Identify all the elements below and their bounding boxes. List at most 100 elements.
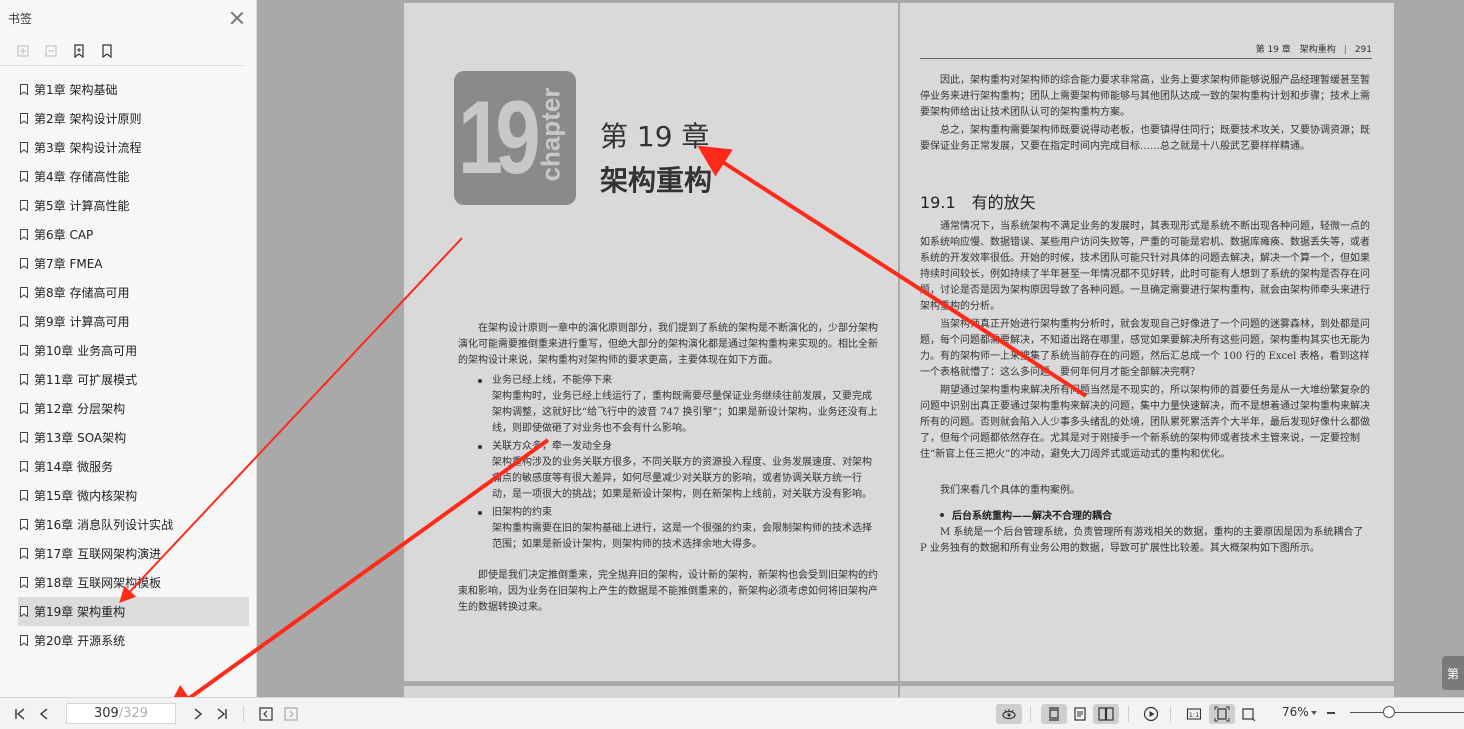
bookmark-item[interactable]: 第18章 互联网架构模板 — [0, 568, 249, 597]
bookmark-label: 第3章 架构设计流程 — [34, 141, 142, 155]
zoom-slider-thumb[interactable] — [1383, 706, 1396, 718]
toolbar-divider — [243, 706, 244, 722]
bullet-body: 架构重构需要在旧的架构基础上进行，这是一个很强的约束，会限制架构师的技术选择范围… — [492, 523, 872, 550]
bookmark-icon — [20, 635, 28, 646]
eye-care-icon[interactable] — [996, 704, 1022, 724]
paragraph: M 系统是一个后台管理系统，负责管理所有游戏相关的数据，重构的主要原因是因为系统… — [920, 527, 1364, 554]
zoom-slider-track[interactable] — [1350, 712, 1464, 713]
bookmark-label: 第14章 微服务 — [34, 460, 114, 474]
bookmark-icon — [20, 171, 28, 182]
paragraph: 因此，架构重构对架构师的综合能力要求非常高，业务上要求架构师能够说服产品经理暂缓… — [920, 75, 1370, 118]
last-page-icon[interactable] — [212, 704, 232, 724]
bookmark-label: 第20章 开源系统 — [34, 634, 126, 648]
bullet-body: 架构重构涉及的业务关联方很多，不同关联方的资源投入程度、业务发展速度、对架构痛点… — [492, 457, 872, 500]
bookmark-item[interactable]: 第3章 架构设计流程 — [0, 133, 249, 162]
zoom-out-icon[interactable] — [1327, 712, 1335, 714]
bookmark-label: 第10章 业务高可用 — [34, 344, 138, 358]
bookmark-label: 第7章 FMEA — [34, 257, 103, 271]
paragraph: 期望通过架构重构来解决所有问题当然是不现实的，所以架构师的首要任务是从一大堆纷繁… — [920, 385, 1370, 460]
zoom-level[interactable]: 76% — [1282, 705, 1309, 719]
chapter-title: 第 19 章 — [600, 120, 710, 153]
play-icon[interactable] — [1141, 704, 1161, 724]
bottom-toolbar: 309 / 329 1:1 76% — [0, 697, 1464, 729]
bookmark-item[interactable]: 第10章 业务高可用 — [0, 336, 249, 365]
document-viewer[interactable]: 19 chapter 第 19 章 架构重构 在架构设计原则一章中的演化原则部分… — [258, 0, 1464, 697]
bookmark-item[interactable]: 第17章 互联网架构演进 — [0, 539, 249, 568]
bookmark-label: 第13章 SOA架构 — [34, 431, 127, 445]
bookmark-item[interactable]: 第14章 微服务 — [0, 452, 249, 481]
bookmark-icon — [20, 113, 28, 124]
bookmark-label: 第11章 可扩展模式 — [34, 373, 138, 387]
bullet-list: 业务已经上线，不能停下来 架构重构时，业务已经上线运行了，重构既需要尽量保证业务… — [478, 371, 878, 555]
bullet-title: 业务已经上线，不能停下来 — [478, 373, 878, 389]
bookmark-icon — [20, 84, 28, 95]
current-page: 309 — [93, 706, 119, 721]
bookmark-icon — [20, 229, 28, 240]
bookmark-item[interactable]: 第6章 CAP — [0, 220, 249, 249]
single-page-icon[interactable] — [1070, 704, 1090, 724]
floating-side-button[interactable]: 第 — [1442, 656, 1464, 690]
bookmark-item[interactable]: 第15章 微内核架构 — [0, 481, 249, 510]
bookmark-icon — [20, 519, 28, 530]
forward-icon[interactable] — [281, 704, 301, 724]
bookmark-item[interactable]: 第2章 架构设计原则 — [0, 104, 249, 133]
bookmark-label: 第8章 存储高可用 — [34, 286, 130, 300]
toolbar-divider — [1030, 706, 1031, 722]
bookmark-label: 第4章 存储高性能 — [34, 170, 130, 184]
bookmark-icon — [20, 287, 28, 298]
bookmark-list: 第1章 架构基础第2章 架构设计原则 第3章 架构设计流程 第4章 存储高性能 第5章… — [0, 66, 256, 655]
bookmark-item[interactable]: 第11章 可扩展模式 — [0, 365, 249, 394]
first-page-icon[interactable] — [10, 704, 30, 724]
paragraph: 当架构师真正开始进行架构重构分析时，就会发现自己好像进了一个问题的迷雾森林，到处… — [920, 319, 1370, 378]
bookmark-item[interactable]: 第12章 分层架构 — [0, 394, 249, 423]
double-page-icon[interactable] — [1093, 704, 1119, 724]
fit-page-icon[interactable] — [1209, 704, 1235, 724]
case-bullet: 后台系统重构——解决不合理的耦合 — [940, 507, 1112, 522]
intro-paragraph: 在架构设计原则一章中的演化原则部分，我们提到了系统的架构是不断演化的，少部分架构… — [458, 323, 878, 366]
previous-page-icon[interactable] — [34, 704, 54, 724]
bookmark-item[interactable]: 第13章 SOA架构 — [0, 423, 249, 452]
paragraph: 总之，架构重构需要架构师既要说得动老板，也要镇得住同行；既要技术攻关，又要协调资… — [920, 125, 1370, 152]
next-page-icon[interactable] — [188, 704, 208, 724]
bullet-title: 旧架构的约束 — [478, 505, 878, 521]
bookmark-item[interactable]: 第20章 开源系统 — [0, 626, 249, 655]
running-head-chapter: 第 19 章 架构重构 — [1255, 45, 1336, 55]
bookmark-label: 第17章 互联网架构演进 — [34, 547, 162, 561]
bookmark-icon — [20, 461, 28, 472]
bookmark-label: 第6章 CAP — [34, 228, 94, 242]
back-icon[interactable] — [256, 704, 276, 724]
bookmark-label: 第9章 计算高可用 — [34, 315, 130, 329]
bookmark-item[interactable]: 第4章 存储高性能 — [0, 162, 249, 191]
actual-size-icon[interactable]: 1:1 — [1184, 704, 1204, 724]
bookmark-label: 第5章 计算高性能 — [34, 199, 130, 213]
bookmark-item[interactable]: 第8章 存储高可用 — [0, 278, 249, 307]
next-page-right-edge — [900, 686, 1394, 697]
page-number: 291 — [1354, 45, 1372, 55]
bookmark-icon — [20, 316, 28, 327]
bookmark-icon[interactable] — [98, 42, 116, 60]
running-head: 第 19 章 架构重构 | 291 — [920, 41, 1372, 59]
page-number-field[interactable]: 309 / 329 — [66, 703, 176, 724]
running-head-separator: | — [1343, 45, 1347, 55]
bookmark-label: 第18章 互联网架构模板 — [34, 576, 162, 590]
svg-text:1:1: 1:1 — [1189, 711, 1199, 719]
chevron-down-icon[interactable] — [1311, 711, 1317, 715]
fit-height-icon[interactable] — [1041, 704, 1067, 724]
bookmark-item[interactable]: 第9章 计算高可用 — [0, 307, 249, 336]
expand-all-icon[interactable] — [14, 42, 32, 60]
bookmark-item[interactable]: 第1章 架构基础 — [0, 75, 249, 104]
bookmark-label: 第2章 架构设计原则 — [34, 112, 142, 126]
bookmark-icon — [20, 142, 28, 153]
collapse-all-icon[interactable] — [42, 42, 60, 60]
bookmark-item[interactable]: 第7章 FMEA — [0, 249, 249, 278]
bookmark-item[interactable]: 第5章 计算高性能 — [0, 191, 249, 220]
rotate-icon[interactable] — [1238, 704, 1258, 724]
chapter-badge-number: 19 — [458, 80, 540, 196]
bookmark-label: 第12章 分层架构 — [34, 402, 126, 416]
add-bookmark-icon[interactable] — [70, 42, 88, 60]
close-icon[interactable] — [230, 11, 244, 25]
bookmark-item[interactable]: 第19章 架构重构 — [18, 597, 249, 626]
bookmark-item[interactable]: 第16章 消息队列设计实战 — [0, 510, 249, 539]
bookmark-icon — [20, 548, 28, 559]
total-pages: 329 — [123, 706, 149, 721]
